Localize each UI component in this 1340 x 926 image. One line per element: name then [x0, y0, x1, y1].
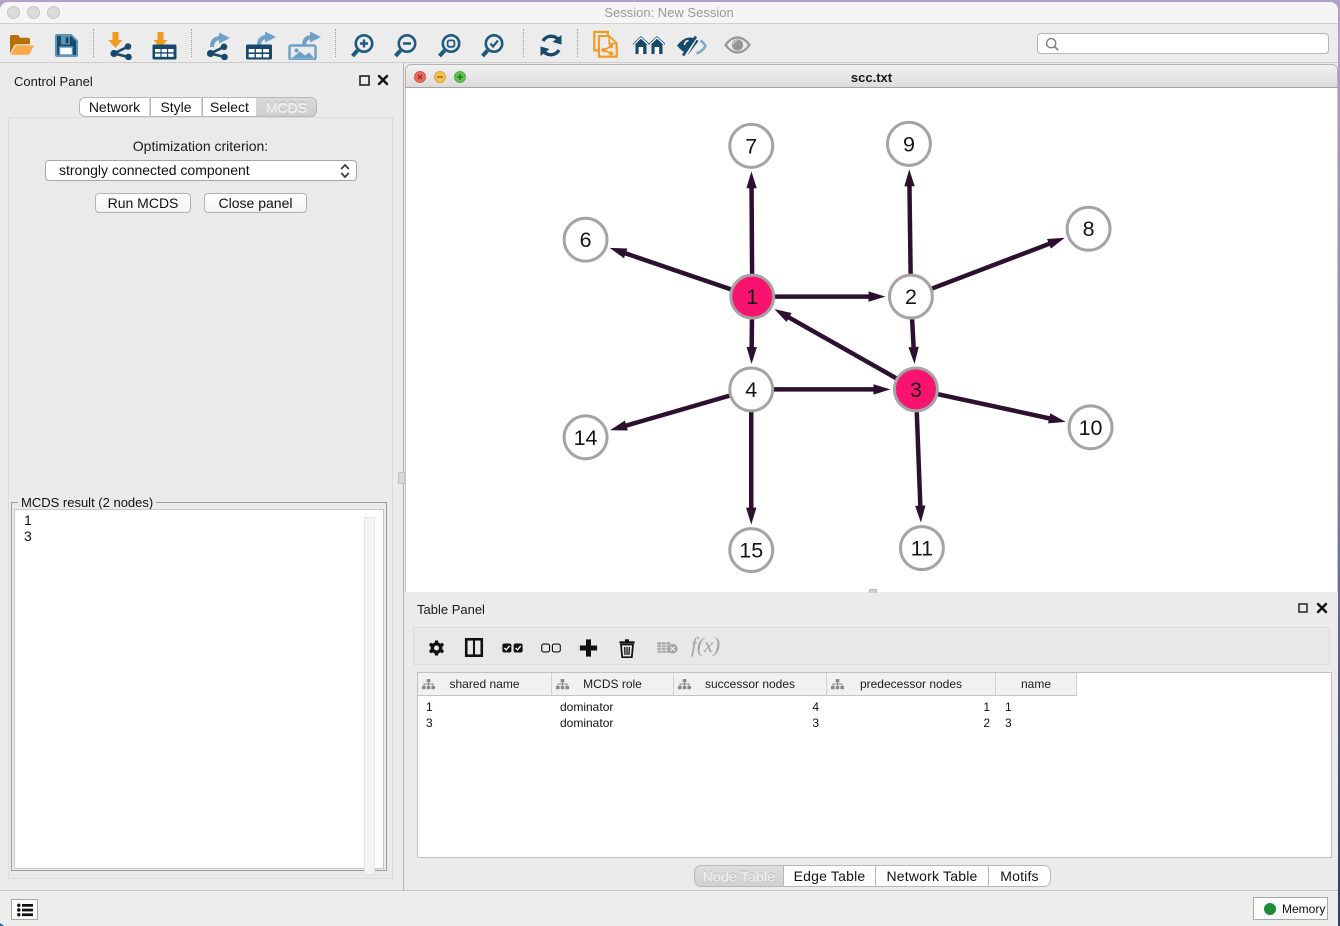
svg-text:9: 9	[903, 132, 915, 156]
svg-text:7: 7	[745, 134, 757, 158]
svg-text:2: 2	[905, 285, 917, 309]
svg-text:15: 15	[739, 539, 763, 563]
svg-text:3: 3	[910, 378, 922, 402]
svg-text:14: 14	[574, 426, 598, 450]
svg-text:6: 6	[580, 228, 592, 252]
svg-text:11: 11	[911, 537, 933, 561]
svg-text:8: 8	[1083, 217, 1095, 241]
svg-text:10: 10	[1079, 416, 1103, 440]
svg-text:4: 4	[745, 378, 757, 402]
svg-text:1: 1	[746, 285, 758, 309]
